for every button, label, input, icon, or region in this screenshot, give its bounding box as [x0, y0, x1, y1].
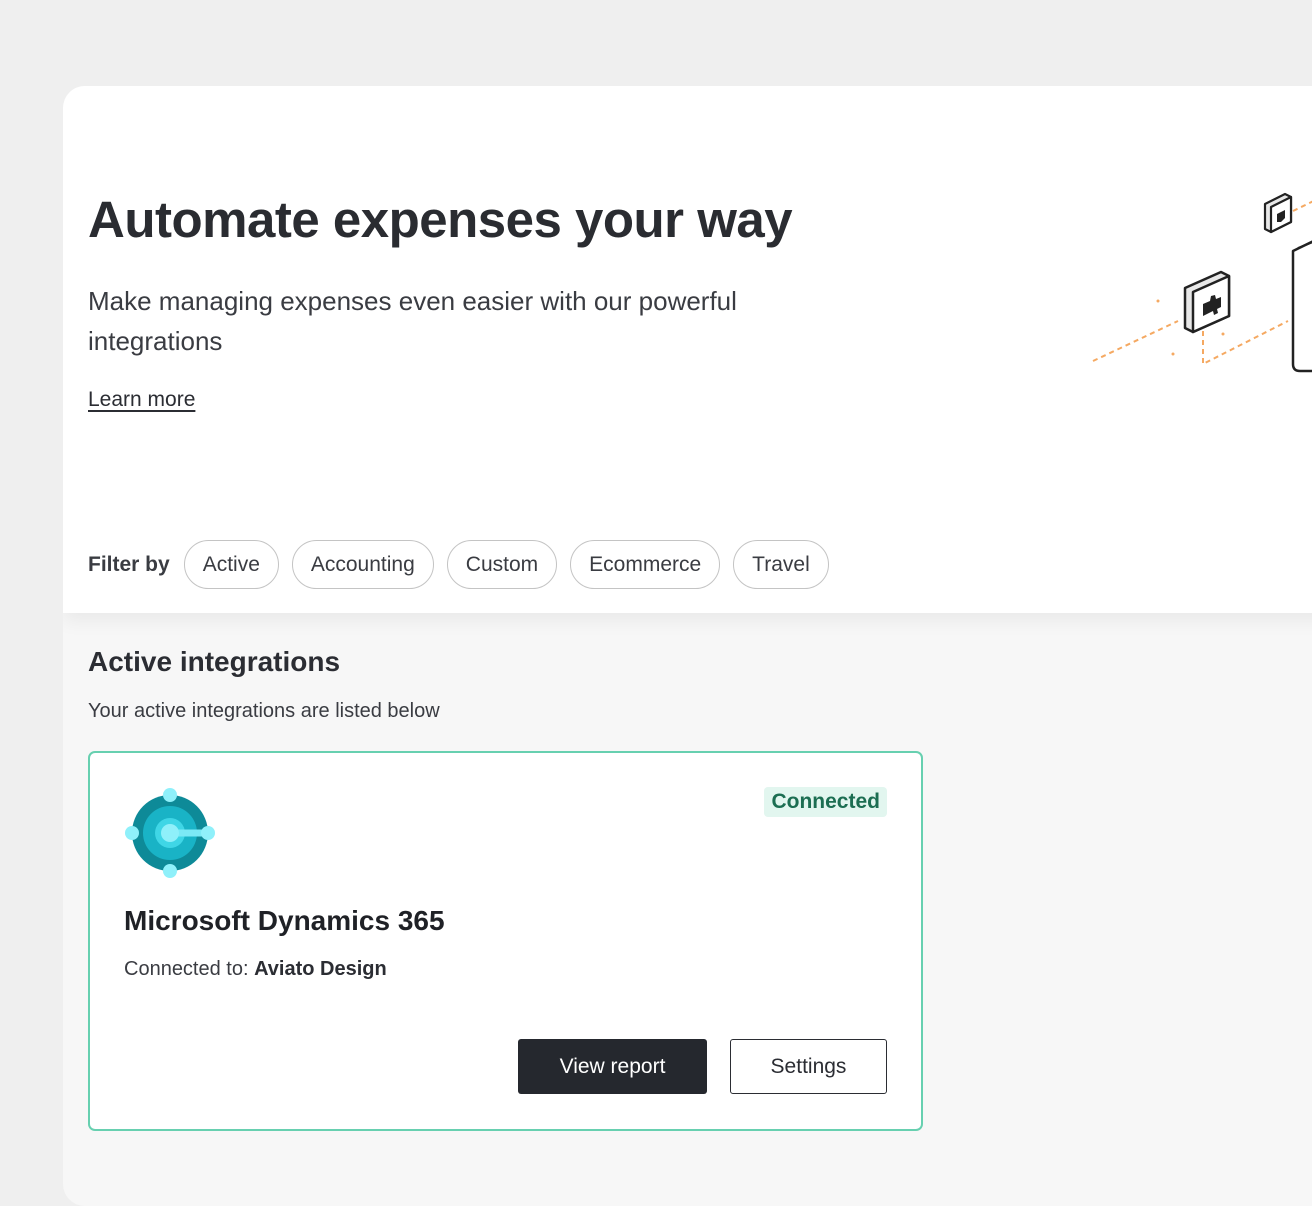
connected-to-value: Aviato Design: [254, 958, 387, 980]
section-subtitle: Your active integrations are listed belo…: [88, 700, 440, 722]
section-title: Active integrations: [88, 646, 341, 677]
hero-section: Automate expenses your way Make managing…: [63, 86, 1312, 613]
dynamics-365-logo-icon: [125, 788, 215, 878]
filter-chip-accounting[interactable]: Accounting: [291, 540, 434, 589]
status-badge: Connected: [764, 787, 887, 817]
filter-chip-travel[interactable]: Travel: [733, 540, 829, 589]
hero-subtitle: Make managing expenses even easier with …: [88, 286, 737, 356]
view-report-button[interactable]: View report: [518, 1039, 707, 1094]
filter-label: Filter by: [88, 552, 170, 576]
filter-chip-active[interactable]: Active: [183, 540, 279, 589]
integration-card: Connected Microsoft Dynamics 365 Connect…: [88, 751, 923, 1131]
filter-chip-ecommerce[interactable]: Ecommerce: [570, 540, 721, 589]
settings-button[interactable]: Settings: [730, 1039, 887, 1094]
learn-more-link[interactable]: Learn more: [88, 388, 195, 412]
connected-to-label: Connected to:: [124, 958, 249, 980]
puzzle-plug-illustration-icon: [1092, 192, 1312, 373]
page-title: Automate expenses your way: [88, 191, 793, 248]
main-panel: Automate expenses your way Make managing…: [63, 86, 1312, 1206]
integration-name: Microsoft Dynamics 365: [124, 905, 445, 936]
connected-to-text: Connected to: Aviato Design: [124, 958, 387, 981]
filter-chip-custom[interactable]: Custom: [446, 540, 558, 589]
filter-bar: Filter by Active Accounting Custom Ecomm…: [88, 540, 829, 589]
